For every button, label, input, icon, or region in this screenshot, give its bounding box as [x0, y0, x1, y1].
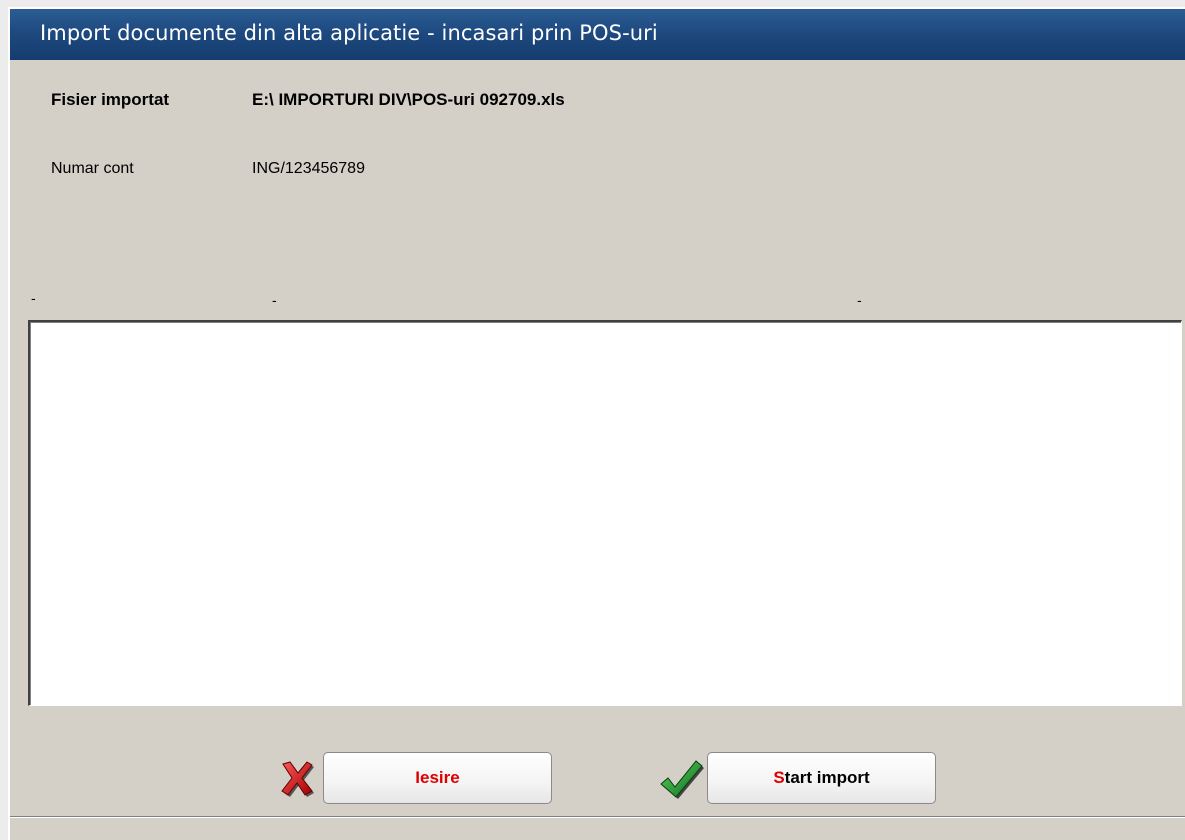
red-x-icon[interactable]	[276, 758, 320, 798]
start-hotkey: S	[773, 768, 785, 787]
left-border	[0, 0, 8, 840]
account-label: Numar cont	[51, 160, 134, 177]
start-import-button[interactable]: Start import	[707, 752, 936, 804]
import-dialog: Import documente din alta aplicatie - in…	[0, 0, 1185, 840]
green-check-icon[interactable]	[658, 758, 704, 800]
file-label: Fisier importat	[51, 90, 170, 109]
column-header-1[interactable]: -	[31, 290, 36, 306]
import-list[interactable]	[28, 320, 1182, 706]
account-value: ING/123456789	[252, 160, 365, 177]
exit-button[interactable]: Iesire	[323, 752, 552, 804]
start-label: tart import	[784, 768, 870, 787]
column-header-2[interactable]: -	[272, 292, 277, 308]
file-value: E:\ IMPORTURI DIV\POS-uri 092709.xls	[252, 90, 565, 109]
exit-label: esire	[420, 768, 460, 787]
status-bar	[10, 816, 1185, 840]
top-border	[0, 0, 1185, 7]
title-bar: Import documente din alta aplicatie - in…	[10, 9, 1185, 60]
window-title: Import documente din alta aplicatie - in…	[40, 21, 658, 45]
column-header-3[interactable]: -	[857, 292, 862, 308]
